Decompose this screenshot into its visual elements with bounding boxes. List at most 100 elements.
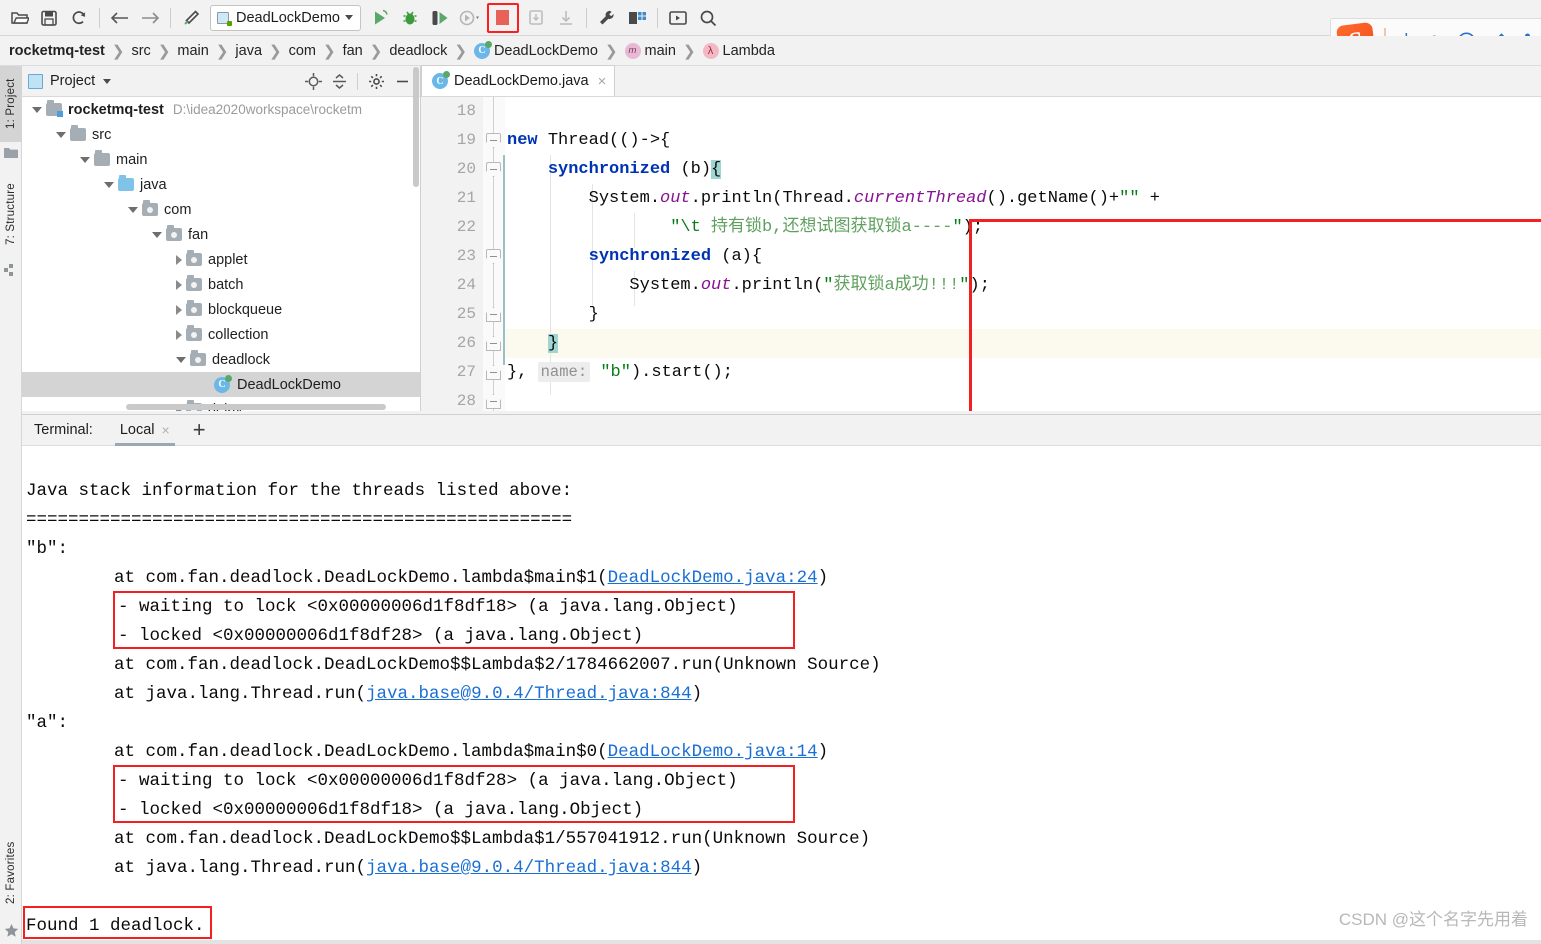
attach-to-process-button[interactable] bbox=[521, 4, 551, 32]
line-number-20[interactable]: 20 bbox=[426, 155, 476, 184]
collapse-all-icon[interactable] bbox=[327, 69, 351, 93]
breadcrumb-item-lambda[interactable]: λ Lambda bbox=[702, 42, 775, 59]
line-number-19[interactable]: 19 bbox=[426, 126, 476, 155]
line-number-18[interactable]: 18 bbox=[426, 97, 476, 126]
code-line-23[interactable]: synchronized (a){ bbox=[507, 242, 762, 271]
breadcrumb-item-rocketmq-test[interactable]: rocketmq-test bbox=[9, 43, 105, 59]
project-tree-scrollbar[interactable] bbox=[413, 67, 419, 187]
chevron-down-icon[interactable] bbox=[128, 206, 138, 213]
code-line-19[interactable]: new Thread(()->{ bbox=[507, 126, 670, 155]
breadcrumb-item-com[interactable]: com bbox=[289, 43, 316, 59]
sidebar-item-favorites[interactable]: 2: Favorites bbox=[0, 826, 22, 920]
terminal-link[interactable]: java.base@9.0.4/Thread.java:844 bbox=[366, 858, 692, 878]
line-number-22[interactable]: 22 bbox=[426, 213, 476, 242]
open-folder-icon[interactable] bbox=[4, 4, 34, 32]
tree-node-main[interactable]: main bbox=[22, 147, 420, 172]
code-line-20[interactable]: synchronized (b){ bbox=[507, 155, 722, 184]
close-icon[interactable]: × bbox=[598, 73, 607, 90]
tree-node-collection[interactable]: collection bbox=[22, 322, 420, 347]
project-view-chevron-down-icon[interactable] bbox=[103, 78, 112, 84]
chevron-down-icon[interactable] bbox=[344, 15, 353, 20]
chevron-down-icon[interactable] bbox=[176, 356, 186, 363]
breadcrumb-item-java[interactable]: java bbox=[235, 43, 262, 59]
code-line-26[interactable]: } bbox=[507, 329, 559, 358]
tree-node-com[interactable]: com bbox=[22, 197, 420, 222]
search-everywhere-icon[interactable] bbox=[693, 4, 723, 32]
line-number-21[interactable]: 21 bbox=[426, 184, 476, 213]
run-configuration-selector[interactable]: DeadLockDemo bbox=[210, 4, 361, 31]
fold-marker-26[interactable] bbox=[486, 336, 501, 351]
close-icon[interactable]: × bbox=[162, 422, 170, 438]
sync-refresh-icon[interactable] bbox=[64, 4, 94, 32]
chevron-down-icon[interactable] bbox=[80, 156, 90, 163]
tree-node-java[interactable]: java bbox=[22, 172, 420, 197]
tree-node-blockqueue[interactable]: blockqueue bbox=[22, 297, 420, 322]
code-line-22[interactable]: "\t 持有锁b,还想试图获取锁a----"); bbox=[507, 213, 983, 242]
tree-node-fan[interactable]: fan bbox=[22, 222, 420, 247]
line-number-24[interactable]: 24 bbox=[426, 271, 476, 300]
code-line-25[interactable]: } bbox=[507, 300, 599, 329]
tree-node-src[interactable]: src bbox=[22, 122, 420, 147]
build-hammer-icon[interactable] bbox=[176, 4, 206, 32]
chevron-down-icon[interactable] bbox=[56, 131, 66, 138]
tree-node-rocketmq-test[interactable]: rocketmq-test D:\idea2020workspace\rocket… bbox=[22, 97, 420, 122]
tree-node-deadlock[interactable]: deadlock bbox=[22, 347, 420, 372]
breadcrumb-item-src[interactable]: src bbox=[131, 43, 150, 59]
code-editor[interactable]: 18 19 20 21 22 23 24 25 26 27 28 new Thread(()->{ … bbox=[421, 97, 1541, 411]
fold-marker-27[interactable] bbox=[486, 365, 501, 380]
sidebar-item-project[interactable]: 1: Project bbox=[0, 66, 22, 142]
project-structure-icon[interactable] bbox=[622, 4, 652, 32]
run-with-coverage-button[interactable] bbox=[425, 4, 455, 32]
project-tree[interactable]: rocketmq-test D:\idea2020workspace\rocket… bbox=[22, 97, 420, 411]
fold-marker-19[interactable] bbox=[486, 133, 501, 148]
code-line-24[interactable]: System.out.println("获取锁a成功!!!"); bbox=[507, 271, 990, 300]
breadcrumb-item-main-method[interactable]: m main bbox=[624, 42, 676, 59]
run-button[interactable] bbox=[365, 4, 395, 32]
fold-column[interactable] bbox=[483, 97, 505, 411]
locate-file-icon[interactable] bbox=[301, 69, 325, 93]
terminal-link[interactable]: DeadLockDemo.java:24 bbox=[608, 568, 818, 588]
chevron-down-icon[interactable] bbox=[32, 106, 42, 113]
line-number-28[interactable]: 28 bbox=[426, 387, 476, 411]
back-icon[interactable] bbox=[105, 4, 135, 32]
code-line-21[interactable]: System.out.println(Thread.currentThread(… bbox=[507, 184, 1160, 213]
chevron-down-icon[interactable] bbox=[104, 181, 114, 188]
line-number-27[interactable]: 27 bbox=[426, 358, 476, 387]
breadcrumb-item-main-folder[interactable]: main bbox=[177, 43, 208, 59]
hide-panel-icon[interactable] bbox=[390, 69, 414, 93]
forward-icon[interactable] bbox=[135, 4, 165, 32]
breadcrumb-item-deadlock[interactable]: deadlock bbox=[389, 43, 447, 59]
line-number-26[interactable]: 26 bbox=[426, 329, 476, 358]
run-anything-icon[interactable] bbox=[663, 4, 693, 32]
gear-icon[interactable] bbox=[364, 69, 388, 93]
add-terminal-tab-button[interactable]: + bbox=[193, 419, 206, 441]
project-tree-hscrollbar[interactable] bbox=[126, 404, 386, 410]
fold-marker-23[interactable] bbox=[486, 249, 501, 264]
stop-button[interactable] bbox=[486, 2, 519, 33]
editor-tab-deadlockdemo[interactable]: C DeadLockDemo.java × bbox=[421, 65, 616, 96]
save-all-icon[interactable] bbox=[34, 4, 64, 32]
tree-node-deadlockdemo[interactable]: C DeadLockDemo bbox=[22, 372, 420, 397]
settings-gear-wrench-icon[interactable] bbox=[592, 4, 622, 32]
chevron-right-icon[interactable] bbox=[176, 279, 182, 290]
line-number-25[interactable]: 25 bbox=[426, 300, 476, 329]
code-area[interactable]: new Thread(()->{ synchronized (b){ Syste… bbox=[505, 97, 1541, 411]
fold-marker-20[interactable] bbox=[486, 162, 501, 177]
fold-marker-28[interactable] bbox=[486, 394, 501, 409]
profile-button[interactable] bbox=[455, 4, 485, 32]
code-line-27[interactable]: }, name: "b").start(); bbox=[507, 358, 733, 387]
chevron-down-icon[interactable] bbox=[152, 231, 162, 238]
tree-node-applet[interactable]: applet bbox=[22, 247, 420, 272]
terminal-link[interactable]: java.base@9.0.4/Thread.java:844 bbox=[366, 684, 692, 704]
line-number-23[interactable]: 23 bbox=[426, 242, 476, 271]
update-application-button[interactable] bbox=[551, 4, 581, 32]
debug-button[interactable] bbox=[395, 4, 425, 32]
fold-marker-25[interactable] bbox=[486, 307, 501, 322]
sidebar-item-structure[interactable]: 7: Structure bbox=[0, 168, 22, 260]
breadcrumb-item-fan[interactable]: fan bbox=[343, 43, 363, 59]
terminal-output[interactable]: 程序死锁要一直运行着 CSDN @这个名字先用着 Java stack info… bbox=[22, 446, 1541, 944]
breadcrumb-item-deadlockdemo[interactable]: C DeadLockDemo bbox=[473, 40, 598, 59]
chevron-right-icon[interactable] bbox=[176, 304, 182, 315]
terminal-tab-local[interactable]: Local × bbox=[114, 414, 175, 446]
terminal-link[interactable]: DeadLockDemo.java:14 bbox=[608, 742, 818, 762]
